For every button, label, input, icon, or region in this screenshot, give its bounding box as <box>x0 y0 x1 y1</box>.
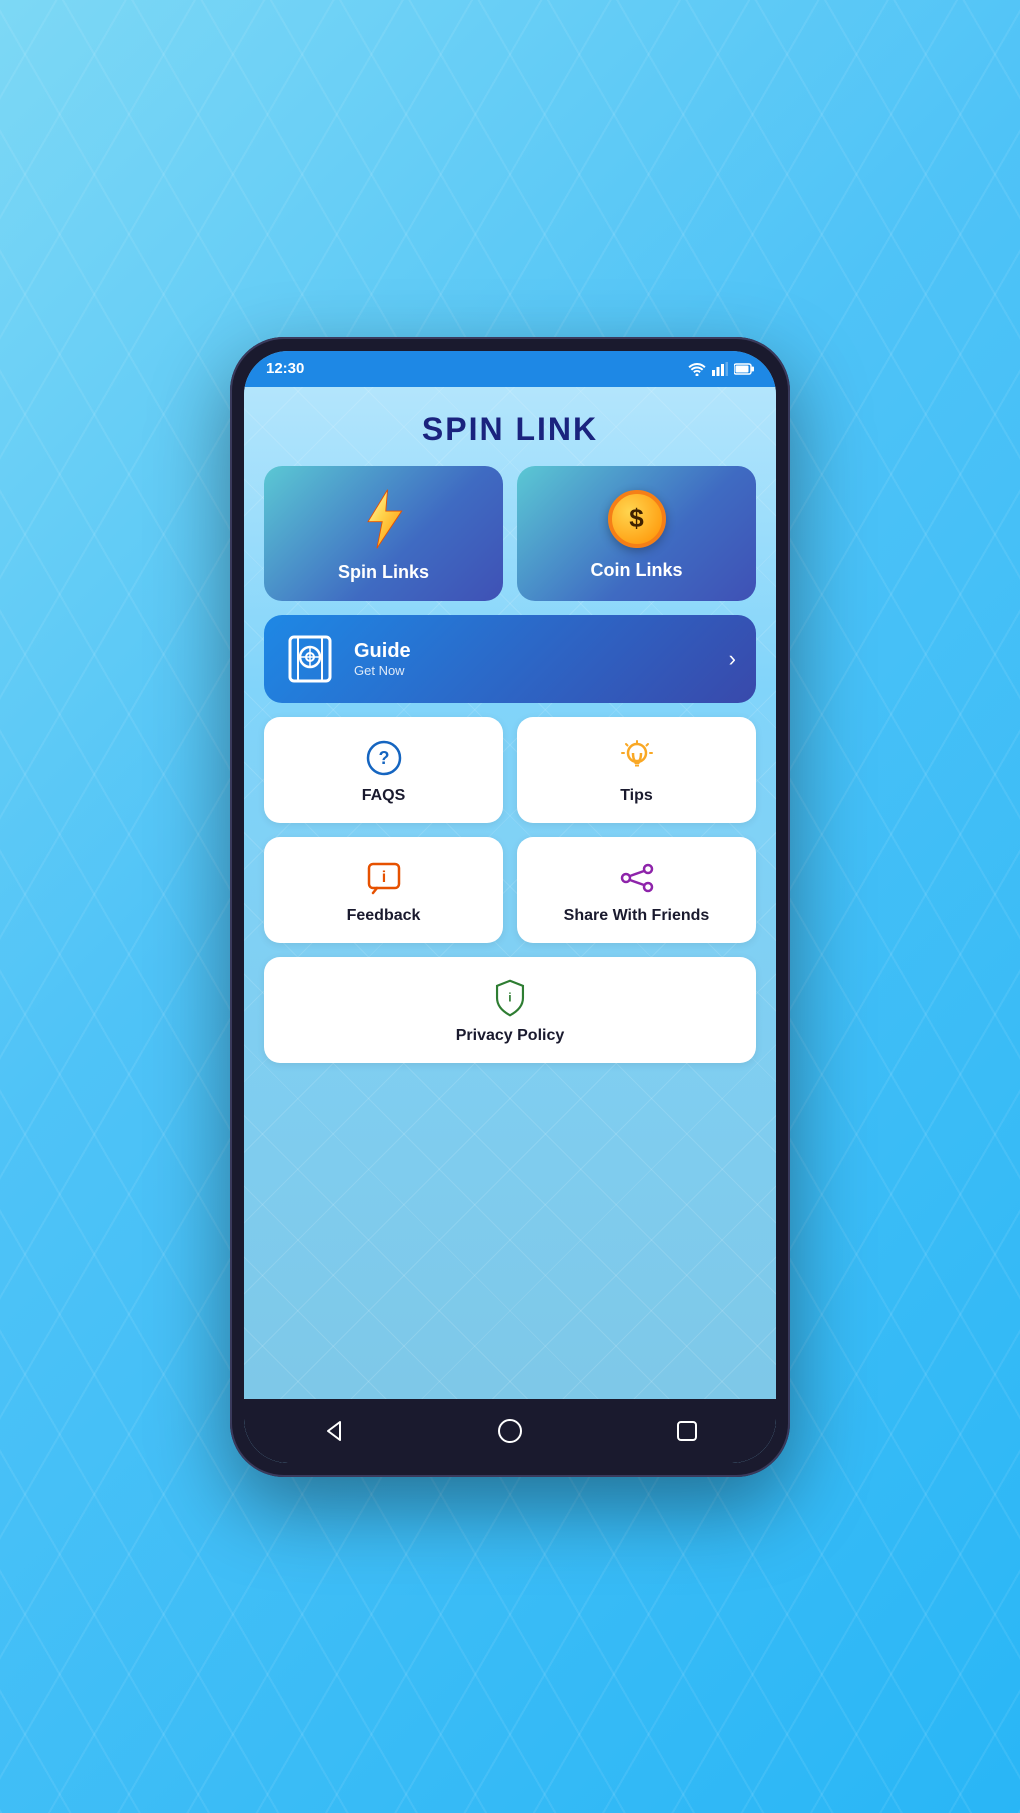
share-card[interactable]: Share With Friends <box>517 837 756 943</box>
spin-links-card[interactable]: Spin Links <box>264 466 503 601</box>
tips-card[interactable]: Tips <box>517 717 756 823</box>
recent-apps-button[interactable] <box>665 1409 709 1453</box>
guide-title: Guide <box>354 640 711 663</box>
guide-text: Guide Get Now <box>354 640 711 678</box>
tips-label: Tips <box>620 787 653 805</box>
menu-grid: ? FAQS <box>264 717 756 943</box>
recent-apps-icon <box>675 1419 699 1443</box>
status-icons <box>688 362 754 376</box>
faqs-icon: ? <box>365 739 403 777</box>
coin-links-label: Coin Links <box>590 560 682 581</box>
battery-icon <box>734 363 754 375</box>
privacy-policy-card[interactable]: i Privacy Policy <box>264 957 756 1063</box>
share-with-friends-label: Share With Friends <box>564 907 710 925</box>
back-icon <box>320 1418 346 1444</box>
shield-privacy-icon: i <box>491 979 529 1017</box>
spin-links-label: Spin Links <box>338 562 429 583</box>
faqs-card[interactable]: ? FAQS <box>264 717 503 823</box>
feedback-card[interactable]: i Feedback <box>264 837 503 943</box>
feedback-icon: i <box>365 859 403 897</box>
lightning-icon <box>358 488 410 550</box>
guide-arrow-icon: › <box>729 646 736 672</box>
tips-icon <box>618 739 656 777</box>
svg-text:i: i <box>508 990 511 1004</box>
app-content: SPIN LINK Sp <box>244 387 776 1399</box>
top-cards-row: Spin Links $ Coin Links <box>264 466 756 601</box>
app-title: SPIN LINK <box>264 411 756 448</box>
privacy-policy-label: Privacy Policy <box>456 1027 565 1045</box>
guide-banner[interactable]: Guide Get Now › <box>264 615 756 703</box>
coin-links-card[interactable]: $ Coin Links <box>517 466 756 601</box>
share-icon <box>618 859 656 897</box>
signal-icon <box>712 362 728 376</box>
guide-subtitle: Get Now <box>354 663 711 678</box>
wifi-icon <box>688 362 706 376</box>
faqs-label: FAQS <box>362 787 406 805</box>
status-bar: 12:30 <box>244 351 776 387</box>
phone-screen: 12:30 <box>244 351 776 1463</box>
coin-icon: $ <box>608 490 666 548</box>
home-button[interactable] <box>488 1409 532 1453</box>
status-time: 12:30 <box>266 360 304 377</box>
svg-text:?: ? <box>378 748 389 768</box>
feedback-label: Feedback <box>347 907 421 925</box>
guide-icon <box>284 633 336 685</box>
home-circle-icon <box>496 1417 524 1445</box>
svg-text:i: i <box>381 869 385 886</box>
back-button[interactable] <box>311 1409 355 1453</box>
nav-bar <box>244 1399 776 1463</box>
phone-frame: 12:30 <box>230 337 790 1477</box>
